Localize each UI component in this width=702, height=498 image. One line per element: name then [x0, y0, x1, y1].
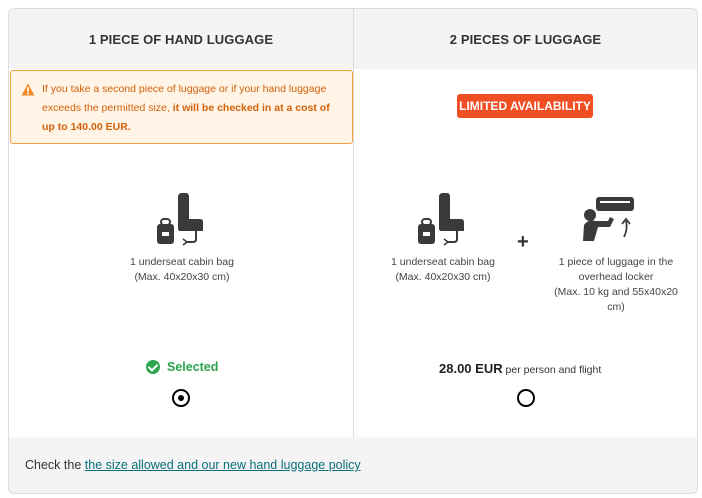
- price-info: 28.00 EUR per person and flight: [439, 361, 601, 376]
- option-header: 1 PIECE OF HAND LUGGAGE: [9, 9, 353, 69]
- option-radio-unselected[interactable]: [517, 389, 535, 407]
- footer-prefix: Check the: [25, 458, 82, 472]
- overhead-locker-caption: 1 piece of luggage in the overhead locke…: [554, 256, 678, 313]
- warning-box: If you take a second piece of luggage or…: [10, 70, 353, 144]
- overhead-locker-icon: [583, 197, 634, 241]
- footer: Check the the size allowed and our new h…: [9, 437, 697, 493]
- price-note: per person and flight: [505, 364, 602, 376]
- underseat-bag-icon: [418, 193, 464, 246]
- selected-status: Selected: [146, 360, 218, 374]
- underseat-bag-icon: [157, 193, 203, 246]
- warning-icon: [21, 83, 35, 96]
- limited-availability-badge: LIMITED AVAILABILITY: [457, 94, 593, 118]
- option-header: 2 PIECES OF LUGGAGE: [354, 9, 697, 69]
- luggage-policy-link[interactable]: the size allowed and our new hand luggag…: [85, 458, 361, 472]
- option-hand-luggage[interactable]: 1 PIECE OF HAND LUGGAGE If you take a se…: [9, 9, 354, 437]
- cabin-bag-caption: 1 underseat cabin bag (Max. 40x20x30 cm): [130, 256, 234, 283]
- plus-sign: +: [517, 231, 529, 253]
- luggage-options-panel: 1 PIECE OF HAND LUGGAGE If you take a se…: [8, 8, 698, 494]
- cabin-bag-caption: 1 underseat cabin bag (Max. 40x20x30 cm): [391, 256, 495, 283]
- check-icon: [146, 360, 160, 374]
- option-two-pieces[interactable]: 2 PIECES OF LUGGAGE LIMITED AVAILABILITY…: [354, 9, 697, 437]
- price-amount: 28.00 EUR: [439, 361, 503, 376]
- option-radio-selected[interactable]: [172, 389, 190, 407]
